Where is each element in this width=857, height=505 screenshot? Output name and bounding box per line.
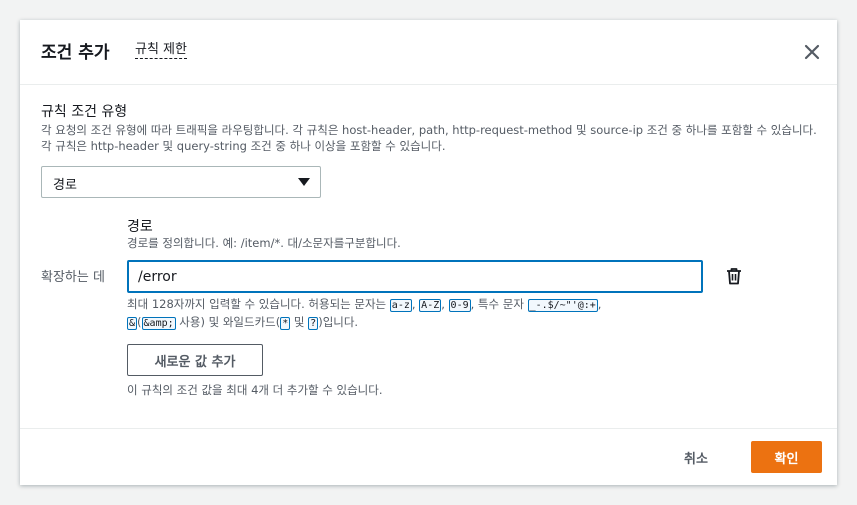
code-star: * [280,317,291,330]
code-amp-entity: &amp; [141,317,176,330]
add-condition-dialog: 조건 추가 규칙 제한 규칙 조건 유형 각 요청의 조건 유형에 따라 트래픽… [20,20,837,485]
add-new-value-button[interactable]: 새로운 값 추가 [127,344,263,376]
dialog-header: 조건 추가 규칙 제한 [20,20,837,85]
confirm-button[interactable]: 확인 [751,441,822,473]
path-value-input[interactable] [127,260,703,293]
condition-type-label: 규칙 조건 유형 [41,104,128,120]
add-value-hint: 이 규칙의 조건 값을 최대 4개 더 추가할 수 있습니다. [127,383,383,397]
rule-limits-link[interactable]: 규칙 제한 [135,42,187,59]
dialog-footer-divider [20,428,837,429]
dialog-title: 조건 추가 [41,43,110,63]
condition-type-select[interactable]: 경로 [41,166,321,198]
path-label: 경로 [127,219,153,235]
trash-icon[interactable] [724,266,744,286]
code-09: 0-9 [448,299,471,312]
code-amp: & [127,317,138,330]
cancel-button[interactable]: 취소 [684,448,708,467]
path-description: 경로를 정의합니다. 예: /item/*. 대/소문자를구분합니다. [127,236,401,250]
code-az: a-z [389,299,412,312]
condition-type-description: 각 요청의 조건 유형에 따라 트래픽을 라우팅합니다. 각 규칙은 host-… [41,123,817,153]
code-special: _-.$/~"'@:+ [527,299,598,312]
path-hint: 최대 128자까지 입력할 수 있습니다. 허용되는 문자는 a-z, A-Z,… [127,297,602,330]
condition-type-selected: 경로 [53,178,77,193]
close-icon[interactable] [800,40,824,64]
code-question: ? [308,317,319,330]
caret-down-icon [298,178,310,186]
code-AZ: A-Z [419,299,442,312]
path-row-label: 확장하는 데 [41,270,105,285]
